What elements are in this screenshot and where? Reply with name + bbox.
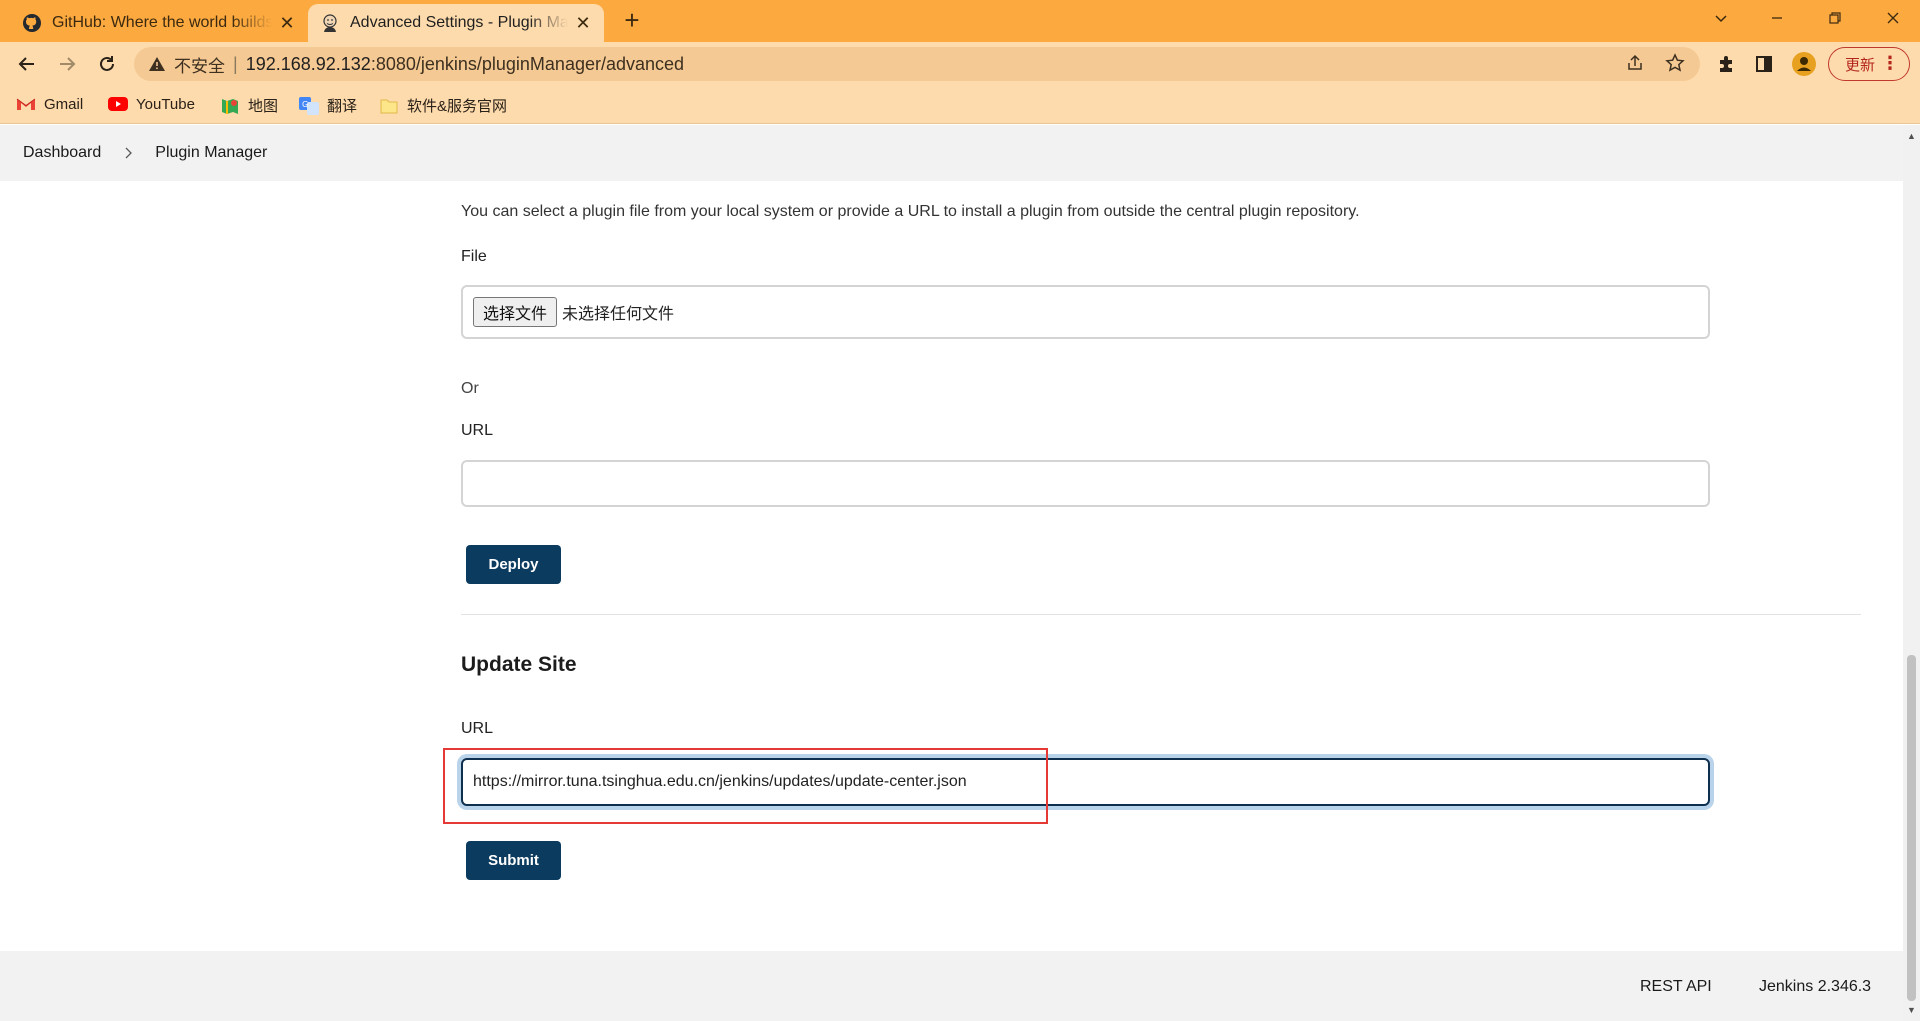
reload-button[interactable] xyxy=(91,48,123,80)
side-panel-icon[interactable] xyxy=(1748,48,1780,80)
address-bar[interactable]: 不安全 | 192.168.92.132:8080/jenkins/plugin… xyxy=(134,47,1700,81)
back-button[interactable] xyxy=(11,48,43,80)
gmail-icon xyxy=(16,98,36,110)
arrow-left-icon xyxy=(18,57,34,71)
bookmark-maps[interactable]: 地图 xyxy=(220,95,278,116)
deploy-button[interactable]: Deploy xyxy=(466,545,561,584)
or-text: Or xyxy=(461,380,479,397)
jenkins-page: Dashboard Plugin Manager You can select … xyxy=(0,125,1903,1021)
deploy-url-label: URL xyxy=(461,422,494,439)
no-file-text: 未选择任何文件 xyxy=(562,304,675,323)
tab-bar: GitHub: Where the world builds software … xyxy=(0,0,1920,42)
profile-avatar[interactable] xyxy=(1788,48,1820,80)
bookmark-label: Gmail xyxy=(44,95,84,113)
file-label: File xyxy=(461,248,487,265)
jenkins-version-link[interactable]: Jenkins 2.346.3 xyxy=(1759,978,1871,996)
close-icon[interactable]: ✕ xyxy=(278,14,296,32)
new-tab-button[interactable]: + xyxy=(618,7,646,35)
deploy-url-input[interactable] xyxy=(461,460,1710,507)
bookmark-translate[interactable]: G 翻译 xyxy=(299,95,357,116)
address-path: :8080/jenkins/pluginManager/advanced xyxy=(370,53,685,74)
bookmark-folder[interactable]: 软件&服务官网 xyxy=(379,95,507,116)
scrollbar-thumb[interactable] xyxy=(1907,655,1916,1001)
tab-github[interactable]: GitHub: Where the world builds software … xyxy=(10,4,308,42)
tab-title: Advanced Settings - Plugin Manager xyxy=(350,14,568,31)
choose-file-button[interactable]: 选择文件 xyxy=(473,297,558,327)
address-url: 192.168.92.132:8080/jenkins/pluginManage… xyxy=(246,54,684,75)
warning-icon xyxy=(149,57,165,71)
chevron-right-icon xyxy=(125,147,133,159)
scroll-down-icon[interactable]: ▼ xyxy=(1907,1005,1916,1015)
close-icon[interactable]: ✕ xyxy=(574,14,592,32)
file-input[interactable]: 选择文件 未选择任何文件 xyxy=(461,285,1710,339)
github-icon xyxy=(23,14,41,32)
maps-icon xyxy=(222,98,238,114)
bookmark-label: YouTube xyxy=(136,95,195,113)
section-divider xyxy=(461,614,1861,615)
scroll-up-icon[interactable]: ▲ xyxy=(1907,131,1916,141)
breadcrumb: Dashboard Plugin Manager xyxy=(0,125,1903,181)
arrow-right-icon xyxy=(60,57,76,71)
tab-title: GitHub: Where the world builds software xyxy=(52,14,272,31)
more-vertical-icon: ⋮ xyxy=(1881,53,1899,73)
update-label: 更新 xyxy=(1845,56,1876,74)
restore-icon[interactable] xyxy=(1812,0,1858,36)
page-scrollbar[interactable]: ▲ ▼ xyxy=(1903,125,1920,1021)
browser-update-button[interactable]: 更新 ⋮ xyxy=(1828,47,1910,81)
page-footer: REST API Jenkins 2.346.3 xyxy=(0,951,1903,1021)
breadcrumb-dashboard[interactable]: Dashboard xyxy=(23,144,101,162)
bookmark-label: 软件&服务官网 xyxy=(407,98,508,115)
submit-button[interactable]: Submit xyxy=(466,841,561,880)
translate-icon: G xyxy=(299,96,319,115)
update-site-url-input[interactable]: https://mirror.tuna.tsinghua.edu.cn/jenk… xyxy=(461,758,1710,806)
insecure-label: 不安全 xyxy=(174,56,225,76)
jenkins-icon xyxy=(323,14,337,32)
bookmark-youtube[interactable]: YouTube xyxy=(108,95,195,113)
extensions-icon[interactable] xyxy=(1710,48,1742,80)
address-host: 192.168.92.132 xyxy=(245,53,371,74)
window-close-icon[interactable] xyxy=(1870,0,1916,36)
star-icon[interactable] xyxy=(1660,48,1690,78)
forward-button[interactable] xyxy=(51,48,83,80)
svg-text:G: G xyxy=(302,100,308,109)
rest-api-link[interactable]: REST API xyxy=(1640,978,1712,996)
bookmark-gmail[interactable]: Gmail xyxy=(16,95,83,113)
deploy-description: You can select a plugin file from your l… xyxy=(461,203,1360,220)
tab-plugin-manager[interactable]: Advanced Settings - Plugin Manager ✕ xyxy=(308,4,604,42)
bookmarks-bar: Gmail YouTube 地图 G 翻译 软件&服务官网 xyxy=(0,86,1920,124)
breadcrumb-plugin-manager[interactable]: Plugin Manager xyxy=(155,144,267,162)
youtube-icon xyxy=(108,97,128,111)
update-site-title: Update Site xyxy=(461,653,577,676)
minimize-icon[interactable] xyxy=(1754,0,1800,36)
address-separator: | xyxy=(233,53,238,74)
bookmark-label: 地图 xyxy=(248,98,279,115)
tab-search-icon[interactable] xyxy=(1698,0,1744,36)
update-site-url-label: URL xyxy=(461,720,494,737)
reload-icon xyxy=(100,56,114,71)
browser-toolbar: 不安全 | 192.168.92.132:8080/jenkins/plugin… xyxy=(0,42,1920,86)
bookmark-label: 翻译 xyxy=(327,98,358,115)
share-icon[interactable] xyxy=(1620,48,1650,78)
folder-icon xyxy=(380,99,398,113)
